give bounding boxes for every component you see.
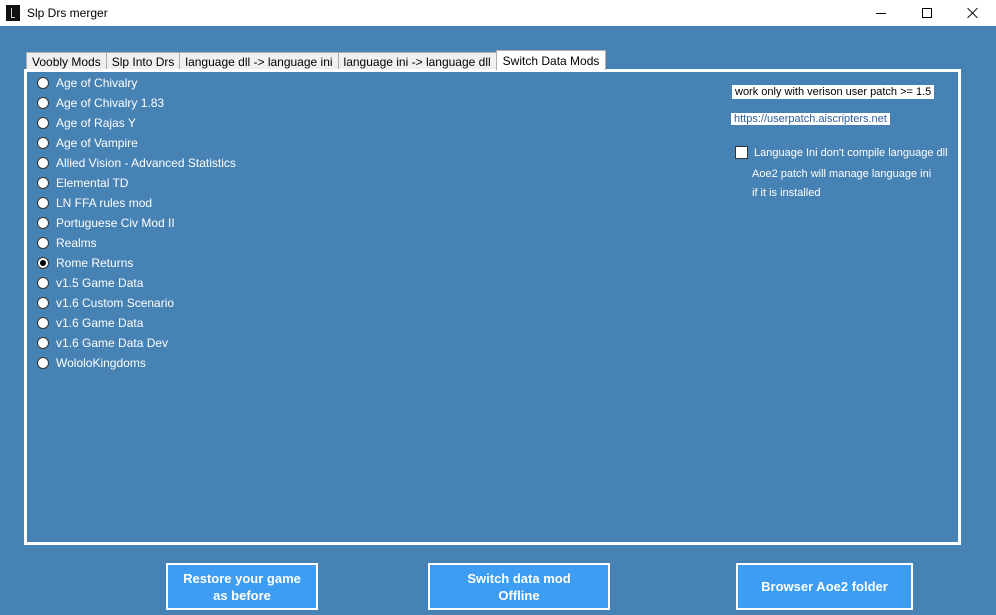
restore-button-line-2: as before bbox=[213, 587, 271, 603]
mod-label: Elemental TD bbox=[56, 176, 129, 190]
mod-option[interactable]: Age of Chivalry 1.83 bbox=[37, 93, 236, 113]
radio-button[interactable] bbox=[37, 217, 49, 229]
language-ini-checkbox[interactable] bbox=[735, 146, 748, 159]
browse-aoe2-folder-button[interactable]: Browser Aoe2 folder bbox=[736, 563, 913, 610]
mod-label: LN FFA rules mod bbox=[56, 196, 153, 210]
mod-option[interactable]: Age of Rajas Y bbox=[37, 113, 236, 133]
mod-label: Rome Returns bbox=[56, 256, 134, 270]
tab-voobly-mods[interactable]: Voobly Mods bbox=[26, 52, 107, 70]
userpatch-version-note: work only with verison user patch >= 1.5 bbox=[732, 85, 935, 99]
language-ini-option[interactable]: Language Ini don't compile language dll bbox=[735, 146, 948, 159]
switch-button-line-1: Switch data mod bbox=[467, 570, 571, 586]
mod-label: Age of Chivalry bbox=[56, 76, 138, 90]
radio-button[interactable] bbox=[37, 257, 49, 269]
tab-language-ini-to-dll[interactable]: language ini -> language dll bbox=[337, 52, 497, 70]
minimize-button[interactable] bbox=[858, 0, 904, 26]
mod-label: WololoKingdoms bbox=[56, 356, 146, 370]
mod-option[interactable]: Rome Returns bbox=[37, 253, 236, 273]
radio-button[interactable] bbox=[37, 337, 49, 349]
minimize-icon bbox=[876, 12, 886, 14]
switch-data-mod-button[interactable]: Switch data mod Offline bbox=[428, 563, 610, 610]
close-icon bbox=[967, 7, 979, 19]
mod-option[interactable]: Realms bbox=[37, 233, 236, 253]
radio-button[interactable] bbox=[37, 297, 49, 309]
patch-info-line-2: if it is installed bbox=[752, 187, 821, 199]
window-title: Slp Drs merger bbox=[27, 6, 108, 20]
mod-option[interactable]: v1.6 Game Data bbox=[37, 313, 236, 333]
window-controls bbox=[858, 0, 996, 26]
mod-option[interactable]: Elemental TD bbox=[37, 173, 236, 193]
tab-strip: Voobly Mods Slp Into Drs language dll ->… bbox=[26, 50, 607, 70]
mod-label: Realms bbox=[56, 236, 97, 250]
radio-button[interactable] bbox=[37, 137, 49, 149]
userpatch-link[interactable]: https://userpatch.aiscripters.net bbox=[731, 113, 890, 125]
maximize-button[interactable] bbox=[904, 0, 950, 26]
app-icon bbox=[6, 5, 20, 21]
mod-label: Age of Rajas Y bbox=[56, 116, 136, 130]
mod-radio-list: Age of Chivalry Age of Chivalry 1.83 Age… bbox=[37, 73, 236, 373]
mod-option[interactable]: v1.6 Custom Scenario bbox=[37, 293, 236, 313]
title-bar: Slp Drs merger bbox=[0, 0, 996, 26]
mod-label: v1.6 Custom Scenario bbox=[56, 296, 175, 310]
mod-option[interactable]: v1.5 Game Data bbox=[37, 273, 236, 293]
switch-button-line-2: Offline bbox=[498, 587, 540, 603]
radio-button[interactable] bbox=[37, 157, 49, 169]
radio-button[interactable] bbox=[37, 97, 49, 109]
mod-option[interactable]: LN FFA rules mod bbox=[37, 193, 236, 213]
mod-label: v1.6 Game Data Dev bbox=[56, 336, 169, 350]
mod-option[interactable]: Allied Vision - Advanced Statistics bbox=[37, 153, 236, 173]
mod-option[interactable]: v1.6 Game Data Dev bbox=[37, 333, 236, 353]
radio-button[interactable] bbox=[37, 237, 49, 249]
radio-button[interactable] bbox=[37, 277, 49, 289]
close-button[interactable] bbox=[950, 0, 996, 26]
radio-button[interactable] bbox=[37, 317, 49, 329]
restore-button-line-1: Restore your game bbox=[183, 570, 301, 586]
mod-label: Portuguese Civ Mod II bbox=[56, 216, 175, 230]
radio-button[interactable] bbox=[37, 117, 49, 129]
mod-option[interactable]: WololoKingdoms bbox=[37, 353, 236, 373]
tab-switch-data-mods[interactable]: Switch Data Mods bbox=[495, 50, 607, 70]
radio-button[interactable] bbox=[37, 357, 49, 369]
mod-label: v1.6 Game Data bbox=[56, 316, 144, 330]
mod-option[interactable]: Age of Chivalry bbox=[37, 73, 236, 93]
tab-slp-into-drs[interactable]: Slp Into Drs bbox=[105, 52, 181, 70]
tab-language-dll-to-ini[interactable]: language dll -> language ini bbox=[179, 52, 339, 70]
mod-label: Allied Vision - Advanced Statistics bbox=[56, 156, 236, 170]
radio-button[interactable] bbox=[37, 77, 49, 89]
radio-button[interactable] bbox=[37, 177, 49, 189]
mod-option[interactable]: Portuguese Civ Mod II bbox=[37, 213, 236, 233]
restore-game-button[interactable]: Restore your game as before bbox=[166, 563, 318, 610]
mod-option[interactable]: Age of Vampire bbox=[37, 133, 236, 153]
mod-label: Age of Chivalry 1.83 bbox=[56, 96, 165, 110]
mod-label: v1.5 Game Data bbox=[56, 276, 144, 290]
patch-info-line-1: Aoe2 patch will manage language ini bbox=[752, 168, 932, 180]
radio-button[interactable] bbox=[37, 197, 49, 209]
maximize-icon bbox=[922, 8, 932, 18]
mod-label: Age of Vampire bbox=[56, 136, 138, 150]
language-ini-checkbox-label: Language Ini don't compile language dll bbox=[754, 146, 948, 159]
browse-button-label: Browser Aoe2 folder bbox=[761, 579, 888, 594]
